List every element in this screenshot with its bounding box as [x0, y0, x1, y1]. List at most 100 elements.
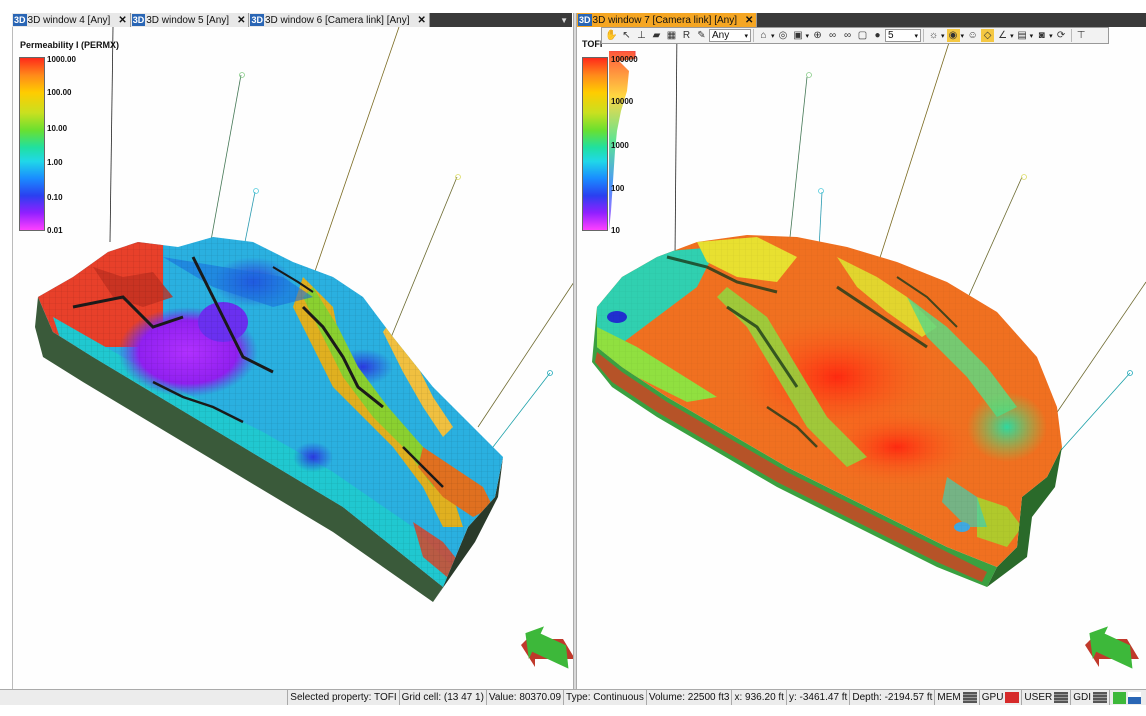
well-trajectory — [1046, 281, 1146, 428]
toolbar-separator — [1070, 29, 1072, 42]
user-label: USER — [1024, 692, 1053, 703]
legend-tick-label: 100 — [611, 184, 625, 193]
left-3d-viewport[interactable]: Permeability I (PERMX) 1000.00 100.00 10… — [12, 27, 573, 689]
orbit-icon[interactable]: ◎ — [777, 29, 790, 42]
chevron-down-icon[interactable]: ▾ — [961, 32, 965, 40]
light-settings-icon[interactable]: ☼ — [927, 29, 940, 42]
chevron-down-icon[interactable]: ▾ — [1030, 32, 1034, 40]
status-bar: Selected property: TOFI Grid cell: (13 4… — [0, 689, 1146, 706]
status-gpu: GPU — [978, 689, 1022, 706]
binoculars-icon[interactable]: ∞ — [826, 29, 839, 42]
right-tabbar: 3D 3D window 7 [Camera link] [Any] ✕ — [577, 13, 1146, 27]
vertical-exaggeration-select[interactable]: 5 ▾ — [885, 29, 922, 42]
display-settings-icon[interactable]: ▤ — [1016, 29, 1029, 42]
well-head-icon[interactable] — [253, 188, 259, 194]
eraser-icon[interactable]: ▰ — [650, 29, 663, 42]
tab-3d-window-7[interactable]: 3D 3D window 7 [Camera link] [Any] ✕ — [577, 13, 758, 27]
well-trajectory — [312, 27, 400, 278]
cube-view-icon[interactable]: ▢ — [856, 29, 869, 42]
visibility-filter-select[interactable]: Any ▾ — [709, 29, 751, 42]
camera-icon[interactable]: ◙ — [1035, 29, 1048, 42]
legend-tick-label: 0.01 — [47, 226, 63, 235]
close-icon[interactable]: ✕ — [118, 15, 126, 26]
status-gdi: GDI — [1070, 689, 1109, 706]
gpu-meter — [1005, 692, 1020, 703]
status-user: USER — [1021, 689, 1070, 706]
chevron-down-icon[interactable]: ▾ — [1010, 32, 1014, 40]
globe-icon[interactable]: ● — [871, 29, 884, 42]
chevron-down-icon: ▾ — [744, 32, 748, 40]
view-toolbar: ✋ ↖ ⊥ ▰ ▦ R ✎ Any ▾ ⌂ ▾ ◎ ▣ ▾ ⊕ ∞ ∞ ▢ ● … — [601, 27, 1109, 44]
legend-title: Permeability I (PERMX) — [20, 40, 120, 50]
well-head-icon[interactable] — [818, 188, 824, 194]
close-icon[interactable]: ✕ — [745, 15, 753, 26]
well-head-icon[interactable] — [806, 72, 812, 78]
people-icon[interactable]: ☺ — [966, 29, 979, 42]
status-icons — [1109, 689, 1146, 706]
3d-badge-icon: 3D — [13, 14, 27, 26]
font-size-icon[interactable]: R — [680, 29, 693, 42]
chevron-down-icon[interactable]: ▾ — [771, 32, 775, 40]
right-3d-viewport[interactable]: TOFI 100000 10000 1000 100 10 — [577, 27, 1146, 689]
status-mem: MEM — [934, 689, 978, 706]
well-trajectory — [207, 74, 242, 258]
3d-badge-icon: 3D — [131, 14, 146, 26]
tab-label: 3D window 4 [Any] — [27, 14, 111, 26]
pin-icon[interactable]: ⊤ — [1075, 29, 1088, 42]
status-type: Type: Continuous — [563, 689, 646, 706]
close-icon[interactable]: ✕ — [418, 15, 426, 26]
well-head-icon[interactable] — [1021, 174, 1027, 180]
frame-view-icon[interactable]: ▣ — [792, 29, 805, 42]
left-reservoir-model[interactable] — [13, 27, 573, 689]
rotate-icon[interactable]: ◇ — [981, 29, 995, 42]
tabbar-spacer — [430, 13, 556, 27]
legend-tick-label: 1000.00 — [47, 55, 76, 64]
shading-icon[interactable]: ◉ — [946, 29, 960, 42]
toolbar-separator — [923, 29, 925, 42]
tab-3d-window-5[interactable]: 3D 3D window 5 [Any] ✕ — [130, 13, 250, 27]
model-top-surface — [38, 237, 503, 587]
pan-hand-icon[interactable]: ✋ — [605, 29, 618, 42]
user-meter — [1054, 692, 1069, 703]
spin-icon[interactable]: ⟳ — [1055, 29, 1068, 42]
activity-icon[interactable] — [1113, 691, 1126, 704]
annotation-icon[interactable]: ✎ — [695, 29, 708, 42]
gdi-label: GDI — [1073, 692, 1091, 703]
chevron-down-icon[interactable]: ▾ — [1049, 32, 1053, 40]
tab-list-dropdown-icon[interactable]: ▼ — [556, 13, 572, 27]
binoculars-alt-icon[interactable]: ∞ — [841, 29, 854, 42]
home-view-icon[interactable]: ⌂ — [757, 29, 770, 42]
legend-tick-label: 1.00 — [47, 158, 63, 167]
chart-icon[interactable] — [1128, 691, 1141, 704]
measure-icon[interactable]: ⊥ — [635, 29, 648, 42]
gpu-label: GPU — [981, 692, 1004, 703]
chevron-down-icon[interactable]: ▾ — [806, 32, 810, 40]
toolbar-separator — [753, 29, 754, 42]
tab-label: 3D window 5 [Any] — [146, 14, 230, 26]
target-icon[interactable]: ⊕ — [811, 29, 824, 42]
well-head-icon[interactable] — [239, 72, 245, 78]
orientation-arrow-icon[interactable] — [1080, 620, 1144, 675]
status-y: y: -3461.47 ft — [785, 689, 849, 706]
visibility-filter-value: Any — [712, 30, 730, 41]
legend-title: TOFI — [582, 39, 603, 49]
well-trajectory — [674, 27, 678, 258]
legend-color-bar — [582, 57, 608, 231]
legend-color-bar — [19, 57, 45, 231]
grid-display-icon[interactable]: ▦ — [665, 29, 678, 42]
well-trajectory — [382, 176, 458, 358]
legend-tick-label: 10.00 — [47, 124, 68, 133]
bottom-strip — [0, 705, 1146, 716]
chevron-down-icon[interactable]: ▾ — [941, 32, 945, 40]
tab-3d-window-6[interactable]: 3D 3D window 6 [Camera link] [Any] ✕ — [249, 13, 430, 27]
axis-icon[interactable]: ∠ — [996, 29, 1009, 42]
tab-label: 3D window 6 [Camera link] [Any] — [264, 14, 410, 26]
tab-3d-window-4[interactable]: 3D 3D window 4 [Any] ✕ — [12, 13, 131, 27]
orientation-arrow-icon[interactable] — [516, 620, 573, 675]
close-icon[interactable]: ✕ — [237, 15, 245, 26]
legend-tick-label: 1000 — [611, 141, 629, 150]
legend-tick-label: 100000 — [611, 55, 638, 64]
select-pointer-icon[interactable]: ↖ — [620, 29, 633, 42]
well-trajectory — [244, 191, 256, 243]
well-head-icon[interactable] — [455, 174, 461, 180]
